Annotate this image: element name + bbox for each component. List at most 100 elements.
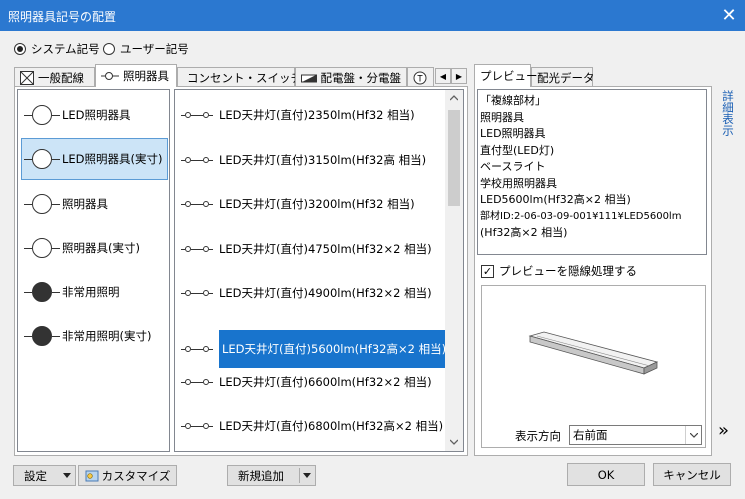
button-label: キャンセル [663, 467, 721, 482]
scrollbar-thumb[interactable] [448, 110, 460, 206]
preview-line: 直付型(LED灯) [480, 143, 555, 157]
tube-light-icon [181, 157, 213, 163]
category-list: LED照明器具 LED照明器具(実寸) 照明器具 照明器具(実寸) 非常用照明 … [17, 89, 170, 452]
select-value: 右前面 [573, 428, 608, 442]
category-item[interactable]: LED照明器具 [24, 105, 131, 125]
tab-scroll-controls: ◀ ▶ [435, 68, 467, 84]
tube-light-icon [181, 112, 213, 118]
light-fixture-icon [24, 238, 60, 258]
fixture-label: LED天井灯(直付)2350lm(Hf32 相当) [219, 108, 415, 122]
tube-light-icon [181, 346, 213, 352]
radio-user-symbol[interactable]: ユーザー記号 [103, 41, 189, 57]
category-item[interactable]: 非常用照明 [24, 282, 120, 302]
emergency-light-icon [24, 326, 60, 346]
category-label: 照明器具 [62, 197, 108, 211]
tab-label: 一般配線 [38, 70, 84, 85]
fixture-item-selected[interactable]: LED天井灯(直付)5600lm(Hf32高×2 相当) [181, 330, 446, 368]
customize-button[interactable]: カスタマイズ [78, 465, 177, 486]
category-item[interactable]: 照明器具 [24, 194, 108, 214]
fixture-item[interactable]: LED天井灯(直付)4750lm(Hf32×2 相当) [181, 241, 432, 257]
fixture-item[interactable]: LED天井灯(直付)6800lm(Hf32高×2 相当) [181, 418, 443, 434]
tube-light-icon [181, 201, 213, 207]
box-x-icon [20, 70, 34, 85]
expand-icon[interactable]: » [718, 420, 729, 441]
fixture-scrollbar[interactable] [445, 90, 463, 451]
view-direction-select[interactable]: 右前面 [569, 425, 702, 445]
checkmark-icon: ✓ [481, 264, 494, 278]
tab-general-wiring[interactable]: 一般配線 [14, 67, 95, 87]
fixture-item[interactable]: LED天井灯(直付)4900lm(Hf32×2 相当) [181, 285, 432, 301]
light-fixture-icon [24, 194, 60, 214]
window-title: 照明器具記号の配置 [8, 10, 117, 24]
ok-button[interactable]: OK [567, 463, 645, 486]
fixture-item[interactable]: LED天井灯(直付)3200lm(Hf32 相当) [181, 196, 415, 212]
tab-label: 照明器具 [123, 69, 169, 83]
button-label: 設定 [24, 468, 47, 483]
tab-label: 配光データ [537, 70, 595, 85]
tube-light-icon [181, 246, 213, 252]
customize-icon [85, 470, 99, 481]
preview-text-box: 「複線部材」 照明器具 LED照明器具 直付型(LED灯) ベースライト 学校用… [477, 89, 707, 255]
fixture-item[interactable]: LED天井灯(直付)6600lm(Hf32×2 相当) [181, 374, 432, 390]
fixture-item[interactable]: LED天井灯(直付)3150lm(Hf32高 相当) [181, 152, 426, 168]
hidden-line-checkbox[interactable]: ✓ プレビューを隠線処理する [481, 263, 637, 279]
tab-label: コンセント・スイッチ [187, 70, 302, 85]
scroll-down-icon[interactable] [450, 439, 458, 445]
tube-light-icon [181, 290, 213, 296]
tab-scroll-left-icon[interactable]: ◀ [435, 68, 451, 84]
chevron-down-icon[interactable] [685, 426, 701, 444]
fixture-label: LED天井灯(直付)6600lm(Hf32×2 相当) [219, 375, 432, 389]
tab-more[interactable]: T [407, 67, 434, 87]
light-icon [101, 72, 119, 80]
split-divider [299, 468, 300, 483]
preview-line: (Hf32高×2 相当) [480, 226, 568, 239]
tab-scroll-right-icon[interactable]: ▶ [451, 68, 467, 84]
preview-line: 部材ID:2-06-03-09-001¥111¥LED5600lm [480, 210, 682, 222]
tab-preview[interactable]: プレビュー [474, 64, 538, 87]
light-fixture-icon [24, 105, 60, 125]
cancel-button[interactable]: キャンセル [653, 463, 731, 486]
svg-text:T: T [417, 73, 423, 83]
radio-dot-selected [14, 43, 26, 55]
fixture-label: LED天井灯(直付)6800lm(Hf32高×2 相当) [219, 419, 444, 433]
preview-line: LED5600lm(Hf32高×2 相当) [480, 193, 631, 206]
radio-system-symbol[interactable]: システム記号 [14, 41, 100, 57]
tab-label: プレビュー [480, 69, 538, 83]
category-label: LED照明器具(実寸) [62, 152, 163, 166]
preview-line: 学校用照明器具 [480, 176, 557, 190]
tab-light-distribution[interactable]: 配光データ [531, 67, 595, 87]
category-label: 照明器具(実寸) [62, 241, 140, 255]
radio-label: ユーザー記号 [120, 42, 189, 56]
category-item[interactable]: 非常用照明(実寸) [24, 326, 151, 346]
category-label: 非常用照明(実寸) [62, 329, 152, 343]
category-item[interactable]: 照明器具(実寸) [24, 238, 140, 258]
fixture-item[interactable]: LED天井灯(直付)2350lm(Hf32 相当) [181, 107, 415, 123]
title-bar: 照明器具記号の配置 ✕ [0, 0, 745, 31]
fixture-label: LED天井灯(直付)4900lm(Hf32×2 相当) [219, 286, 432, 300]
add-new-button[interactable]: 新規追加 [227, 465, 316, 486]
tab-outlet-switch[interactable]: コンセント・スイッチ [177, 67, 302, 87]
tab-distribution-panel[interactable]: 配電盤・分電盤 [295, 67, 407, 87]
tab-label: 配電盤・分電盤 [320, 70, 402, 85]
preview-line: 「複線部材」 [480, 94, 546, 107]
button-label: カスタマイズ [101, 468, 171, 483]
scroll-up-icon[interactable] [450, 95, 458, 101]
settings-button[interactable]: 設定 [13, 465, 76, 486]
detail-view-link[interactable]: 詳細表示 [720, 90, 735, 136]
emergency-light-icon [24, 282, 60, 302]
radio-label: システム記号 [31, 42, 100, 56]
close-icon[interactable]: ✕ [713, 0, 745, 31]
preview-line: 照明器具 [480, 110, 524, 124]
checkbox-label: プレビューを隠線処理する [499, 264, 637, 278]
view-direction-label: 表示方向 [515, 429, 561, 443]
radio-dot [103, 43, 115, 55]
preview-3d-view[interactable] [481, 285, 706, 448]
dropdown-arrow-icon [303, 473, 311, 478]
fixture-3d-model [528, 331, 659, 375]
tab-lighting[interactable]: 照明器具 [95, 64, 177, 87]
preview-line: ベースライト [480, 160, 546, 173]
category-label: 非常用照明 [62, 285, 120, 299]
category-item-selected[interactable]: LED照明器具(実寸) [21, 138, 168, 180]
button-label: 新規追加 [238, 468, 284, 483]
fixture-label: LED天井灯(直付)3200lm(Hf32 相当) [219, 197, 415, 211]
